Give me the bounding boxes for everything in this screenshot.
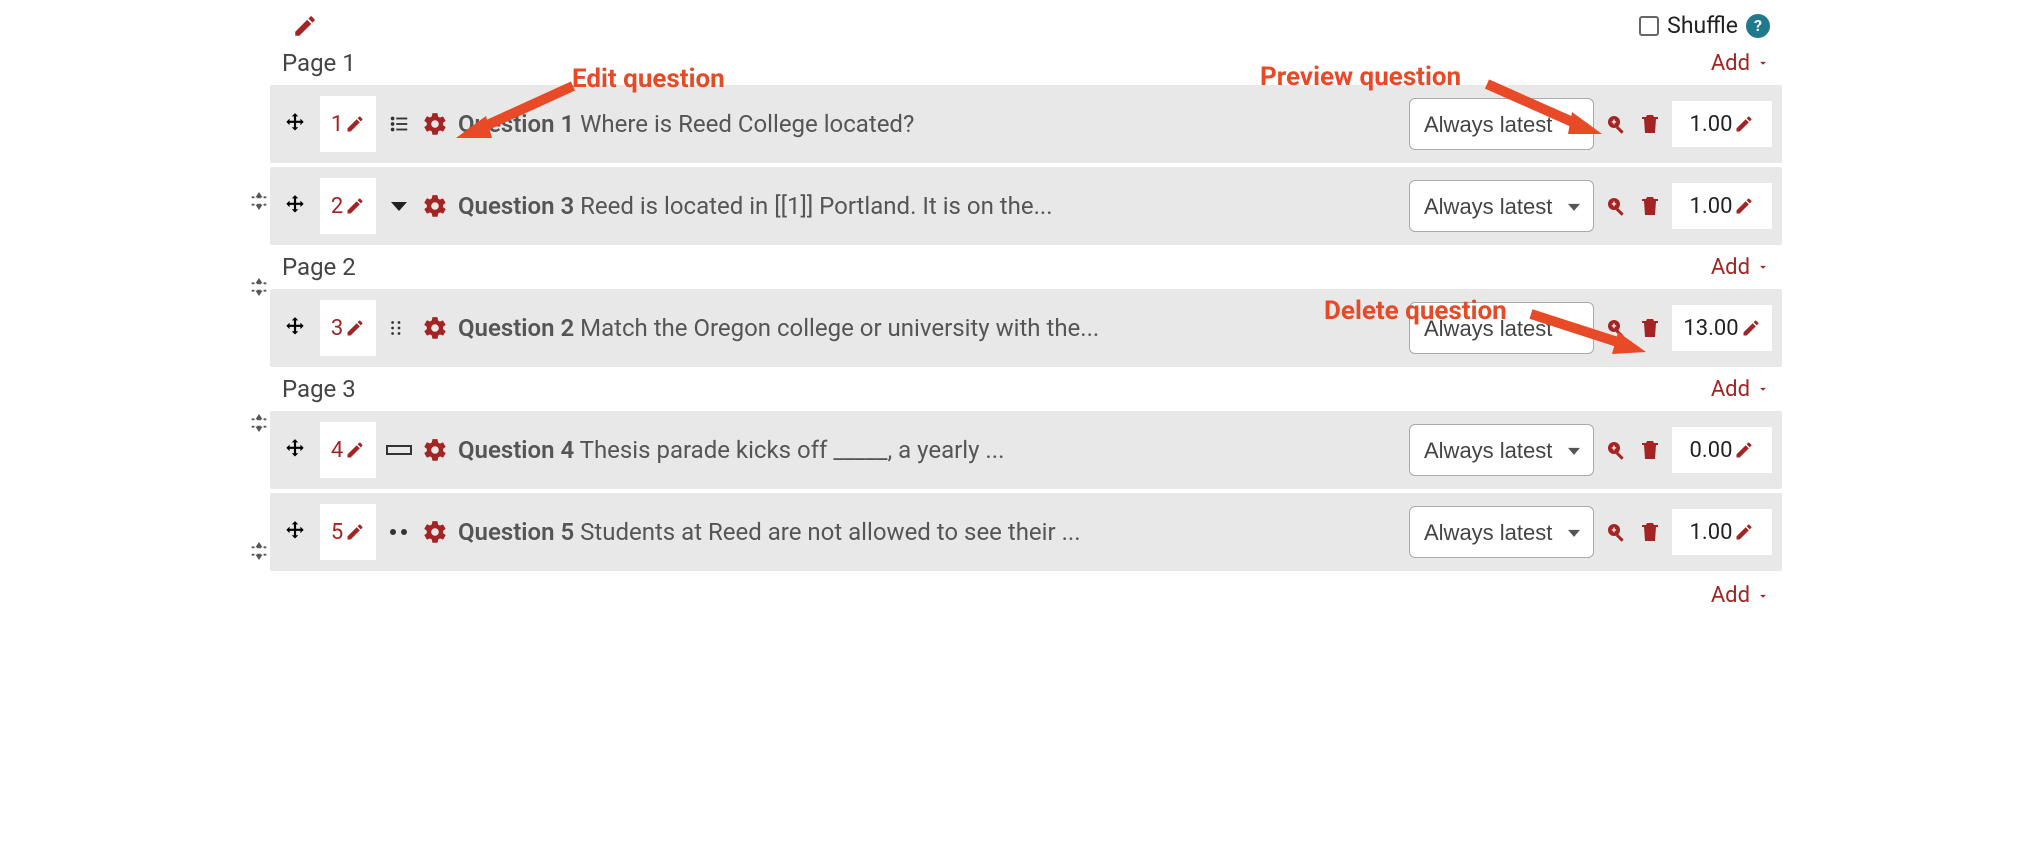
version-select[interactable]: Always latest (1409, 506, 1594, 558)
trash-icon[interactable] (1638, 438, 1662, 462)
page-header-2: Page 2 Add (242, 249, 1782, 285)
mark-box[interactable]: 13.00 (1672, 305, 1772, 351)
pencil-icon (1734, 440, 1754, 460)
question-text[interactable]: Question 1 Where is Reed College located… (458, 110, 1399, 138)
question-number: 5 (331, 520, 343, 545)
move-icon[interactable] (280, 111, 310, 137)
page-break-icon[interactable] (248, 190, 270, 212)
qtype-truefalse-icon (386, 527, 412, 537)
question-number: 4 (331, 438, 343, 463)
move-icon[interactable] (280, 193, 310, 219)
mark-box[interactable]: 1.00 (1672, 183, 1772, 229)
add-button[interactable]: Add (1711, 583, 1770, 608)
page-title: Page 1 (282, 49, 356, 77)
pencil-icon (345, 196, 365, 216)
trash-icon[interactable] (1638, 316, 1662, 340)
gear-icon[interactable] (422, 193, 448, 219)
page-header-3: Page 3 Add (242, 371, 1782, 407)
question-row: 2 Question 3 Reed is located in [[1]] Po… (270, 167, 1782, 245)
move-icon[interactable] (280, 315, 310, 341)
move-icon[interactable] (280, 519, 310, 545)
qtype-gapfill-icon (386, 445, 412, 455)
pencil-icon (345, 318, 365, 338)
add-button[interactable]: Add (1711, 377, 1770, 402)
qtype-choice-icon (386, 113, 412, 135)
svg-text:+: + (1612, 200, 1617, 210)
question-row: 3 Question 2 Match the Oregon college or… (270, 289, 1782, 367)
mark-box[interactable]: 0.00 (1672, 427, 1772, 473)
add-button[interactable]: Add (1711, 51, 1770, 76)
pencil-icon[interactable] (292, 13, 318, 39)
version-select[interactable]: Always latest (1409, 180, 1594, 232)
qtype-dropdown-icon (386, 199, 412, 213)
shuffle-label: Shuffle (1667, 12, 1738, 39)
page-break-icon[interactable] (248, 412, 270, 434)
question-number: 3 (331, 316, 343, 341)
pencil-icon (345, 114, 365, 134)
pencil-icon (1741, 318, 1761, 338)
chevron-down-icon (1756, 260, 1770, 274)
question-row: 5 Question 5 Students at Reed are not al… (270, 493, 1782, 571)
question-text[interactable]: Question 5 Students at Reed are not allo… (458, 518, 1399, 546)
question-number: 1 (331, 112, 343, 137)
chevron-down-icon (1756, 56, 1770, 70)
question-number-box[interactable]: 3 (320, 300, 376, 356)
trash-icon[interactable] (1638, 520, 1662, 544)
question-text[interactable]: Question 3 Reed is located in [[1]] Port… (458, 192, 1399, 220)
svg-text:+: + (1612, 322, 1617, 332)
version-select[interactable]: Always latest (1409, 424, 1594, 476)
toolbar-row: Shuffle ? (242, 6, 1782, 45)
help-icon[interactable]: ? (1746, 14, 1770, 38)
preview-icon[interactable]: + (1604, 316, 1628, 340)
gear-icon[interactable] (422, 519, 448, 545)
question-number-box[interactable]: 5 (320, 504, 376, 560)
shuffle-checkbox[interactable] (1639, 16, 1659, 36)
qtype-match-icon (386, 317, 412, 339)
gear-icon[interactable] (422, 437, 448, 463)
page-title: Page 3 (282, 375, 356, 403)
preview-icon[interactable]: + (1604, 112, 1628, 136)
question-text[interactable]: Question 4 Thesis parade kicks off _____… (458, 436, 1399, 464)
pencil-icon (1734, 114, 1754, 134)
question-number-box[interactable]: 1 (320, 96, 376, 152)
page-title: Page 2 (282, 253, 356, 281)
trash-icon[interactable] (1638, 112, 1662, 136)
add-button[interactable]: Add (1711, 255, 1770, 280)
question-number: 2 (331, 194, 343, 219)
question-number-box[interactable]: 4 (320, 422, 376, 478)
trash-icon[interactable] (1638, 194, 1662, 218)
move-icon[interactable] (280, 437, 310, 463)
page-header-1: Page 1 Add (242, 45, 1782, 81)
mark-box[interactable]: 1.00 (1672, 101, 1772, 147)
question-text[interactable]: Question 2 Match the Oregon college or u… (458, 314, 1399, 342)
mark-box[interactable]: 1.00 (1672, 509, 1772, 555)
gear-icon[interactable] (422, 315, 448, 341)
svg-text:+: + (1612, 526, 1617, 536)
chevron-down-icon (1756, 382, 1770, 396)
svg-text:+: + (1612, 118, 1617, 128)
preview-icon[interactable]: + (1604, 438, 1628, 462)
svg-text:+: + (1612, 444, 1617, 454)
preview-icon[interactable]: + (1604, 520, 1628, 544)
preview-icon[interactable]: + (1604, 194, 1628, 218)
chevron-down-icon (1756, 589, 1770, 603)
pencil-icon (345, 522, 365, 542)
pencil-icon (1734, 522, 1754, 542)
pencil-icon (1734, 196, 1754, 216)
question-number-box[interactable]: 2 (320, 178, 376, 234)
page-break-icon[interactable] (248, 540, 270, 562)
footer-add-row: Add (242, 575, 1782, 616)
question-row: 1 Question 1 Where is Reed College locat… (270, 85, 1782, 163)
version-select[interactable]: Always latest (1409, 302, 1594, 354)
version-select[interactable]: Always latest (1409, 98, 1594, 150)
gear-icon[interactable] (422, 111, 448, 137)
pencil-icon (345, 440, 365, 460)
question-row: 4 Question 4 Thesis parade kicks off ___… (270, 411, 1782, 489)
